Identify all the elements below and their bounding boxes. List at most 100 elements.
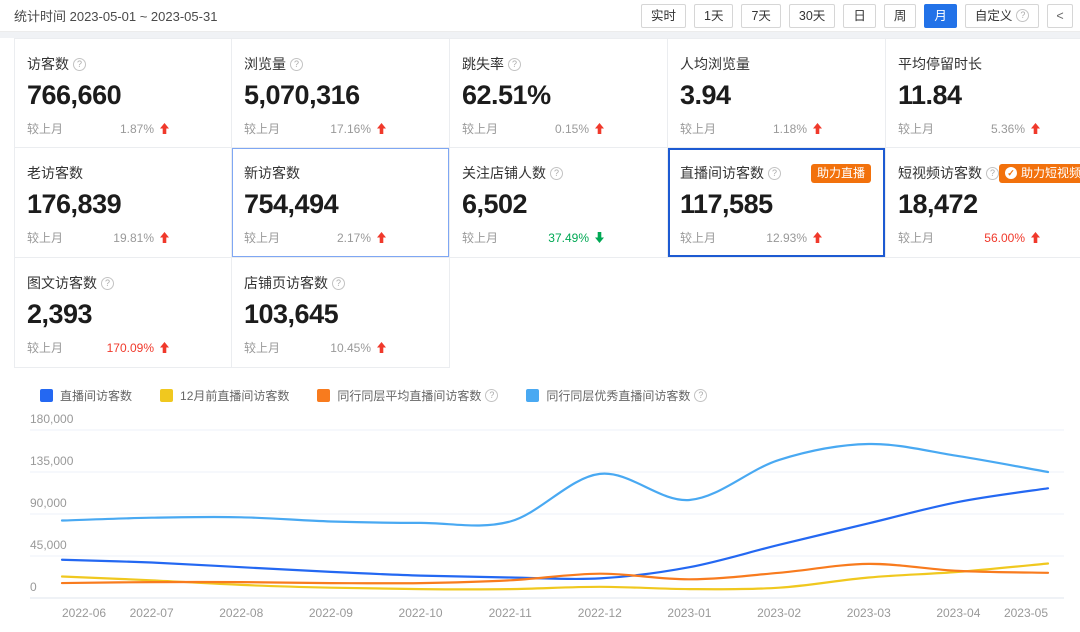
metric-title: 人均浏览量 [680,54,750,74]
range-button-30天[interactable]: 30天 [789,4,835,28]
metric-card-短视频访客数[interactable]: 短视频访客数?✓助力短视频› 18,472 较上月 56.00% [886,148,1080,258]
legend-item-同行同层平均直播间访客数[interactable]: 同行同层平均直播间访客数? [317,387,498,404]
metric-value: 62.51% [462,80,653,111]
metric-title: 新访客数 [244,163,300,183]
metric-compare: 较上月 1.18% [680,120,822,137]
info-icon[interactable]: ? [290,58,303,71]
metric-card-跳失率[interactable]: 跳失率? 62.51% 较上月 0.15% [450,38,668,148]
custom-range-button[interactable]: 自定义? [965,4,1040,28]
metric-title: 图文访客数 [27,273,97,293]
change-percent: 170.09% [107,341,154,355]
metric-value: 103,645 [244,299,435,330]
metric-title: 直播间访客数 [680,163,764,183]
legend-label: 同行同层优秀直播间访客数 [546,387,690,404]
metric-card-老访客数[interactable]: 老访客数 176,839 较上月 19.81% [14,148,232,258]
x-tick-label: 2023-02 [757,606,801,620]
boost-badge[interactable]: 助力直播 [811,164,871,183]
x-tick-label: 2023-05 [1004,606,1048,620]
x-tick-label: 2023-03 [847,606,891,620]
arrow-up-icon [377,123,386,134]
time-range-buttons: 实时1天7天30天日周月自定义?<> [641,4,1080,28]
trend-line-chart: 045,00090,000135,000180,0002022-062022-0… [0,403,1080,632]
date-range-label: 统计时间 2023-05-01 ~ 2023-05-31 [14,6,217,25]
header-bar: 统计时间 2023-05-01 ~ 2023-05-31 实时 1天 7天 30天日周… [0,0,1080,32]
info-icon[interactable]: ? [101,277,114,290]
arrow-up-icon [377,342,386,353]
metric-title: 短视频访客数 [898,163,982,183]
arrow-up-icon [595,123,604,134]
metric-card-访客数[interactable]: 访客数? 766,660 较上月 1.87% [14,38,232,148]
metric-title: 关注店铺人数 [462,163,546,183]
compare-label: 较上月 [680,229,716,246]
compare-label: 较上月 [27,229,63,246]
metric-value: 176,839 [27,189,217,220]
metric-card-新访客数[interactable]: 新访客数 754,494 较上月 2.17% [232,148,450,258]
empty-cell [450,258,668,368]
info-icon[interactable]: ? [485,389,498,402]
arrow-up-icon [160,342,169,353]
prev-period-button[interactable]: < [1047,4,1072,28]
range-button-1天[interactable]: 1天 [694,4,733,28]
legend-item-同行同层优秀直播间访客数[interactable]: 同行同层优秀直播间访客数? [526,387,707,404]
metric-title: 老访客数 [27,163,83,183]
metric-card-平均停留时长[interactable]: 平均停留时长 11.84 较上月 5.36% [886,38,1080,148]
info-icon[interactable]: ? [550,167,563,180]
change-percent: 1.87% [120,122,154,136]
range-button-月[interactable]: 月 [924,4,957,28]
boost-badge[interactable]: ✓助力短视频 [999,164,1080,183]
metric-cards-grid: 访客数? 766,660 较上月 1.87% 浏览量? 5,070,316 较上… [14,38,1080,368]
info-icon[interactable]: ? [694,389,707,402]
arrow-up-icon [1031,123,1040,134]
compare-label: 较上月 [244,229,280,246]
x-tick-label: 2022-11 [489,606,532,620]
info-icon[interactable]: ? [73,58,86,71]
change-percent: 37.49% [548,231,589,245]
x-tick-label: 2023-04 [936,606,980,620]
compare-label: 较上月 [680,120,716,137]
metric-compare: 较上月 1.87% [27,120,169,137]
metric-card-关注店铺人数[interactable]: 关注店铺人数? 6,502 较上月 37.49% [450,148,668,258]
metric-value: 2,393 [27,299,217,330]
metric-title: 跳失率 [462,54,504,74]
metric-card-图文访客数[interactable]: 图文访客数? 2,393 较上月 170.09% [14,258,232,368]
range-button-日[interactable]: 日 [843,4,876,28]
metric-compare: 较上月 5.36% [898,120,1040,137]
metric-card-浏览量[interactable]: 浏览量? 5,070,316 较上月 17.16% [232,38,450,148]
line-同行同层优秀直播间访客数[interactable] [62,444,1048,526]
info-icon[interactable]: ? [768,167,781,180]
line-同行同层平均直播间访客数[interactable] [62,564,1048,583]
chart-legend: 直播间访客数 12月前直播间访客数 同行同层平均直播间访客数? 同行同层优秀直播间访客… [40,388,1080,403]
range-button-实时[interactable]: 实时 [641,4,686,28]
metric-value: 5,070,316 [244,80,435,111]
legend-item-12月前直播间访客数[interactable]: 12月前直播间访客数 [160,387,289,404]
legend-item-直播间访客数[interactable]: 直播间访客数 [40,387,132,404]
metric-value: 754,494 [244,189,435,220]
metric-card-店铺页访客数[interactable]: 店铺页访客数? 103,645 较上月 10.45% [232,258,450,368]
metric-card-人均浏览量[interactable]: 人均浏览量 3.94 较上月 1.18% [668,38,886,148]
change-percent: 17.16% [330,122,371,136]
compare-label: 较上月 [462,229,498,246]
info-icon[interactable]: ? [986,167,999,180]
metric-compare: 较上月 37.49% [462,229,604,246]
metric-card-直播间访客数[interactable]: 直播间访客数?助力直播 117,585 较上月 12.93% [668,148,886,258]
metric-compare: 较上月 2.17% [244,229,386,246]
x-tick-label: 2023-01 [667,606,711,620]
arrow-up-icon [1031,232,1040,243]
empty-cell [668,258,886,368]
change-percent: 56.00% [984,231,1025,245]
range-button-7天[interactable]: 7天 [741,4,780,28]
x-tick-label: 2022-12 [578,606,622,620]
legend-label: 直播间访客数 [60,387,132,404]
legend-swatch [40,389,53,402]
compare-label: 较上月 [898,120,934,137]
metric-title: 店铺页访客数 [244,273,328,293]
y-tick-label: 135,000 [30,454,74,468]
arrow-down-icon [595,232,604,243]
compare-label: 较上月 [244,339,280,356]
arrow-up-icon [813,123,822,134]
info-icon[interactable]: ? [508,58,521,71]
legend-swatch [317,389,330,402]
metric-compare: 较上月 17.16% [244,120,386,137]
info-icon[interactable]: ? [332,277,345,290]
range-button-周[interactable]: 周 [884,4,917,28]
